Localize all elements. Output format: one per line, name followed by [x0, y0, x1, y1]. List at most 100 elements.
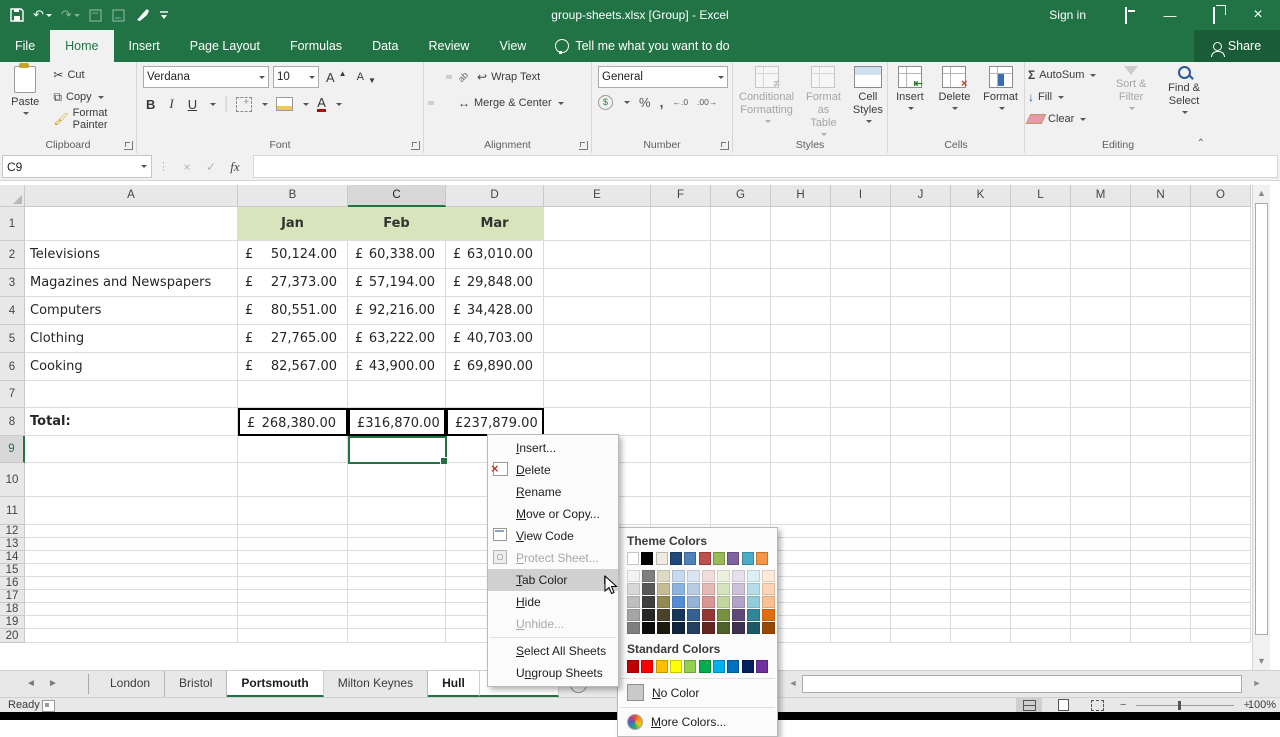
cell-B8[interactable]: £268,380.00 [238, 408, 348, 436]
context-menu-item-rename[interactable]: Rename [488, 481, 618, 503]
cell-L10[interactable] [1011, 463, 1071, 497]
cell-F11[interactable] [651, 497, 711, 525]
cell-O18[interactable] [1191, 603, 1251, 616]
cell-B11[interactable] [238, 497, 348, 525]
row-header-11[interactable]: 11 [0, 497, 25, 525]
cell-F10[interactable] [651, 463, 711, 497]
theme-variant-6-2[interactable] [717, 596, 730, 608]
row-header-13[interactable]: 13 [0, 538, 25, 551]
cell-A17[interactable] [25, 590, 238, 603]
cell-M9[interactable] [1071, 436, 1131, 463]
cell-D6[interactable]: £69,890.00 [446, 353, 544, 381]
tab-insert[interactable]: Insert [114, 30, 175, 62]
cell-J14[interactable] [891, 551, 951, 564]
cell-O12[interactable] [1191, 525, 1251, 538]
cell-B17[interactable] [238, 590, 348, 603]
cell-A15[interactable] [25, 564, 238, 577]
no-color-item[interactable]: No Color [618, 682, 777, 704]
theme-color-5[interactable] [699, 552, 711, 565]
cell-H19[interactable] [771, 616, 831, 629]
comma-style-icon[interactable]: , [660, 94, 664, 110]
top-align-icon[interactable] [428, 75, 434, 79]
cell-G3[interactable] [711, 269, 771, 297]
paste-button[interactable]: Paste [0, 62, 50, 130]
enter-icon[interactable]: ✓ [199, 160, 223, 174]
context-menu-item-ungroup-sheets[interactable]: Ungroup Sheets [488, 662, 618, 684]
row-header-7[interactable]: 7 [0, 381, 25, 408]
theme-variant-5-1[interactable] [702, 583, 715, 595]
cell-M16[interactable] [1071, 577, 1131, 590]
cell-O10[interactable] [1191, 463, 1251, 497]
cell-D5[interactable]: £40,703.00 [446, 325, 544, 353]
cell-E1[interactable] [544, 207, 651, 241]
theme-variant-0-0[interactable] [627, 570, 640, 582]
theme-variant-8-0[interactable] [747, 570, 760, 582]
cell-K11[interactable] [951, 497, 1011, 525]
cell-J13[interactable] [891, 538, 951, 551]
cell-B20[interactable] [238, 629, 348, 643]
cell-C14[interactable] [348, 551, 446, 564]
cell-A4[interactable]: Computers [25, 297, 238, 325]
formula-input[interactable] [253, 155, 1278, 178]
cell-H10[interactable] [771, 463, 831, 497]
scroll-right-icon[interactable]: ► [1250, 674, 1264, 693]
horizontal-scroll-thumb[interactable] [802, 675, 1242, 693]
cell-B13[interactable] [238, 538, 348, 551]
cell-O19[interactable] [1191, 616, 1251, 629]
cell-C20[interactable] [348, 629, 446, 643]
percent-style-icon[interactable]: % [639, 95, 651, 110]
context-menu-item-move-or-copy[interactable]: Move or Copy... [488, 503, 618, 525]
column-header-E[interactable]: E [544, 185, 651, 207]
theme-color-9[interactable] [756, 552, 768, 565]
sheet-nav-left-icon[interactable]: ◄ [22, 671, 40, 697]
cell-B14[interactable] [238, 551, 348, 564]
cell-O17[interactable] [1191, 590, 1251, 603]
cell-G2[interactable] [711, 241, 771, 269]
cell-G7[interactable] [711, 381, 771, 408]
cell-J20[interactable] [891, 629, 951, 643]
theme-variant-8-1[interactable] [747, 583, 760, 595]
cell-H17[interactable] [771, 590, 831, 603]
theme-variant-2-3[interactable] [657, 609, 670, 621]
cell-A8[interactable]: Total: [25, 408, 238, 436]
cell-G8[interactable] [711, 408, 771, 436]
cell-N13[interactable] [1131, 538, 1191, 551]
cell-I12[interactable] [831, 525, 891, 538]
cell-L1[interactable] [1011, 207, 1071, 241]
cell-F2[interactable] [651, 241, 711, 269]
cell-B7[interactable] [238, 381, 348, 408]
center-icon[interactable] [437, 101, 443, 105]
cell-N3[interactable] [1131, 269, 1191, 297]
cell-N2[interactable] [1131, 241, 1191, 269]
theme-color-1[interactable] [641, 552, 653, 565]
column-header-B[interactable]: B [238, 185, 348, 207]
cell-I16[interactable] [831, 577, 891, 590]
accounting-format-icon[interactable]: $ [598, 95, 613, 110]
cell-I9[interactable] [831, 436, 891, 463]
cell-M3[interactable] [1071, 269, 1131, 297]
cell-K6[interactable] [951, 353, 1011, 381]
selected-cell-C9[interactable] [348, 436, 447, 464]
cell-K16[interactable] [951, 577, 1011, 590]
cell-N10[interactable] [1131, 463, 1191, 497]
cell-L17[interactable] [1011, 590, 1071, 603]
cell-C8[interactable]: £316,870.00 [348, 408, 446, 436]
row-header-17[interactable]: 17 [0, 590, 25, 603]
cell-N7[interactable] [1131, 381, 1191, 408]
cell-H15[interactable] [771, 564, 831, 577]
cell-H8[interactable] [771, 408, 831, 436]
cell-I3[interactable] [831, 269, 891, 297]
cell-B1[interactable]: Jan [238, 207, 348, 241]
macro-record-icon[interactable] [42, 700, 55, 712]
theme-variant-6-1[interactable] [717, 583, 730, 595]
cell-A14[interactable] [25, 551, 238, 564]
cell-C6[interactable]: £43,900.00 [348, 353, 446, 381]
column-header-K[interactable]: K [951, 185, 1011, 207]
standard-color-0[interactable] [627, 660, 639, 673]
cell-B3[interactable]: £27,373.00 [238, 269, 348, 297]
copy-button[interactable]: ⧉Copy [50, 86, 136, 108]
sheet-tab-milton-keynes[interactable]: Milton Keynes [324, 671, 428, 697]
borders-dropdown[interactable] [262, 103, 268, 109]
cell-B6[interactable]: £82,567.00 [238, 353, 348, 381]
column-header-M[interactable]: M [1071, 185, 1131, 207]
